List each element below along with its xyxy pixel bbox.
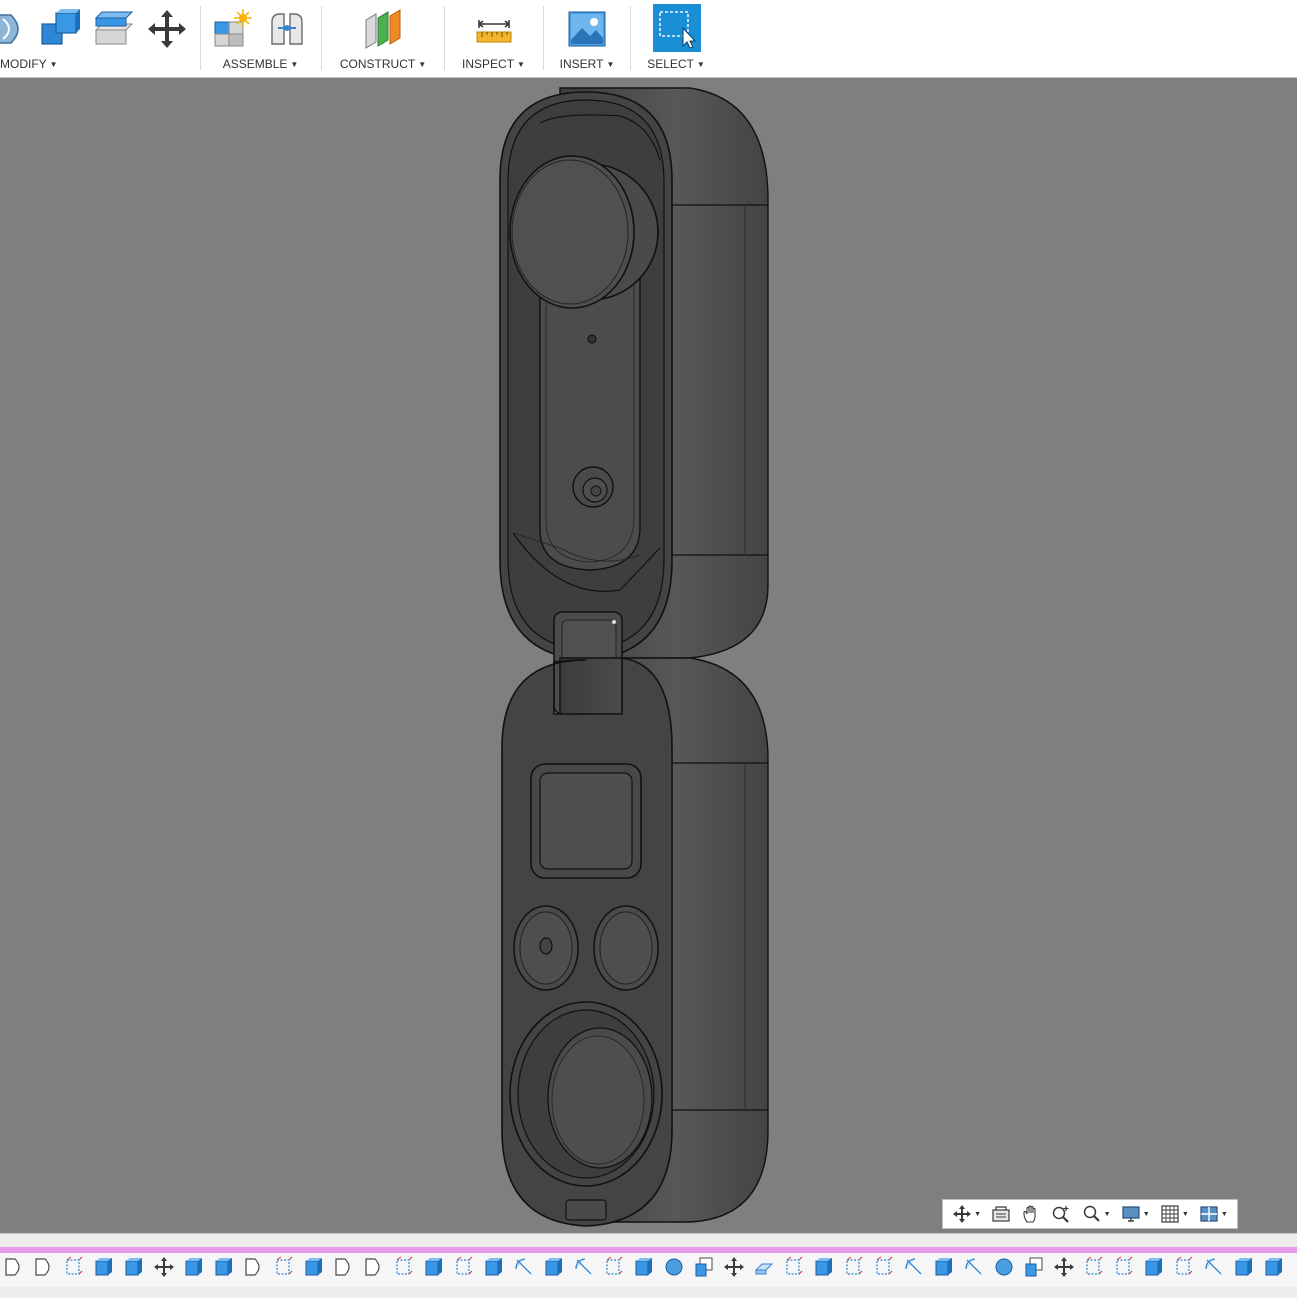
construct-caret-icon[interactable]: ▼ (418, 60, 426, 69)
lower-base (501, 657, 769, 1227)
zoom-dropdown-icon[interactable]: ▼ (1104, 1211, 1111, 1218)
timeline-feature-icon[interactable] (813, 1256, 835, 1278)
upper-lid (499, 87, 769, 661)
timeline-feature-icon[interactable] (693, 1256, 715, 1278)
zoom-icon (1053, 1206, 1070, 1223)
timeline-panel (0, 1233, 1297, 1298)
timeline-feature-icon[interactable] (723, 1256, 745, 1278)
insert-caret-icon[interactable]: ▼ (606, 60, 614, 69)
timeline-feature-icon[interactable] (183, 1256, 205, 1278)
modify-menu-label[interactable]: MODIFY (0, 57, 47, 71)
timeline-feature-icon[interactable] (333, 1256, 355, 1278)
select-menu-label[interactable]: SELECT (647, 57, 694, 71)
canvas-viewport[interactable] (0, 78, 1297, 1233)
timeline-feature-icon[interactable] (543, 1256, 565, 1278)
timeline-feature-icon[interactable] (903, 1256, 925, 1278)
timeline-feature-icon[interactable] (513, 1256, 535, 1278)
grid-tool[interactable]: ▼ (1160, 1202, 1189, 1226)
timeline-feature-icon[interactable] (3, 1256, 25, 1278)
offset-face-icon[interactable] (90, 6, 136, 52)
move-icon[interactable] (144, 6, 190, 52)
timeline-feature-icon[interactable] (63, 1256, 85, 1278)
orbit-dropdown-icon[interactable]: ▼ (974, 1211, 981, 1218)
camera-case-model[interactable] (0, 78, 1297, 1233)
timeline-feature-icon[interactable] (933, 1256, 955, 1278)
display-settings-tool[interactable]: ▼ (1121, 1202, 1150, 1226)
display-dropdown-icon[interactable]: ▼ (1143, 1211, 1150, 1218)
offset-plane-icon[interactable] (360, 6, 406, 52)
grid-icon (1161, 1205, 1179, 1223)
timeline-feature-icon[interactable] (783, 1256, 805, 1278)
press-pull-icon[interactable] (0, 6, 32, 52)
toolbar-group-inspect: INSPECT ▼ (445, 0, 542, 77)
timeline-feature-icon[interactable] (93, 1256, 115, 1278)
timeline-feature-icon[interactable] (1113, 1256, 1135, 1278)
joint-icon[interactable] (264, 6, 310, 52)
timeline-feature-icon[interactable] (663, 1256, 685, 1278)
construct-menu-label[interactable]: CONSTRUCT (340, 57, 415, 71)
inspect-caret-icon[interactable]: ▼ (517, 60, 525, 69)
inspect-menu-label[interactable]: INSPECT (462, 57, 514, 71)
viewports-dropdown-icon[interactable]: ▼ (1221, 1211, 1228, 1218)
orbit-icon (953, 1205, 972, 1223)
timeline-feature-icon[interactable] (1173, 1256, 1195, 1278)
timeline-feature-icon[interactable] (873, 1256, 895, 1278)
timeline-feature-icon[interactable] (243, 1256, 265, 1278)
fit-icon (1083, 1205, 1100, 1222)
fit-tool[interactable]: ▼ (1082, 1202, 1111, 1226)
toolbar-group-construct: CONSTRUCT ▼ (322, 0, 444, 77)
display-settings-icon (1122, 1206, 1140, 1222)
timeline-feature-icon[interactable] (1203, 1256, 1225, 1278)
timeline-feature-icon[interactable] (153, 1256, 175, 1278)
pan-icon (1023, 1205, 1036, 1223)
orbit-tool[interactable]: ▼ (952, 1202, 981, 1226)
look-at-icon (992, 1206, 1010, 1222)
assemble-menu-label[interactable]: ASSEMBLE (223, 57, 288, 71)
viewports-icon (1200, 1206, 1218, 1222)
timeline-feature-icon[interactable] (423, 1256, 445, 1278)
timeline-feature-icon[interactable] (453, 1256, 475, 1278)
timeline-feature-icon[interactable] (603, 1256, 625, 1278)
zoom-tool[interactable] (1051, 1202, 1071, 1226)
select-caret-icon[interactable]: ▼ (697, 60, 705, 69)
timeline-feature-icon[interactable] (1263, 1256, 1285, 1278)
toolbar-group-insert: INSERT ▼ (544, 0, 630, 77)
timeline-feature-icon[interactable] (633, 1256, 655, 1278)
timeline-feature-icon[interactable] (753, 1256, 775, 1278)
timeline-feature-icon[interactable] (483, 1256, 505, 1278)
timeline-feature-icon[interactable] (33, 1256, 55, 1278)
timeline-feature-icon[interactable] (363, 1256, 385, 1278)
look-at-tool[interactable] (991, 1202, 1011, 1226)
insert-menu-label[interactable]: INSERT (560, 57, 604, 71)
timeline-feature-icon[interactable] (273, 1256, 295, 1278)
timeline-feature-icon[interactable] (1083, 1256, 1105, 1278)
toolbar-group-select: SELECT ▼ (631, 0, 721, 77)
timeline-feature-icon[interactable] (393, 1256, 415, 1278)
select-window-icon[interactable] (653, 4, 701, 52)
timeline-feature-icon[interactable] (993, 1256, 1015, 1278)
navigation-bar: ▼ ▼ ▼ ▼ ▼ (942, 1199, 1238, 1229)
new-component-icon[interactable] (209, 6, 255, 52)
insert-image-icon[interactable] (564, 6, 610, 52)
timeline-feature-icon[interactable] (123, 1256, 145, 1278)
modify-caret-icon[interactable]: ▼ (50, 60, 58, 69)
toolbar-group-modify: MODIFY ▼ (0, 0, 200, 77)
timeline-feature-icon[interactable] (1143, 1256, 1165, 1278)
measure-icon[interactable] (471, 6, 517, 52)
pan-tool[interactable] (1021, 1202, 1041, 1226)
timeline-feature-icon[interactable] (963, 1256, 985, 1278)
timeline-feature-icon[interactable] (1023, 1256, 1045, 1278)
timeline-feature-icon[interactable] (843, 1256, 865, 1278)
timeline-feature-icon[interactable] (1053, 1256, 1075, 1278)
assemble-caret-icon[interactable]: ▼ (290, 60, 298, 69)
timeline-feature-icon[interactable] (303, 1256, 325, 1278)
timeline-feature-icon[interactable] (573, 1256, 595, 1278)
timeline-feature-icon[interactable] (213, 1256, 235, 1278)
timeline-feature-icon[interactable] (1233, 1256, 1255, 1278)
grid-dropdown-icon[interactable]: ▼ (1182, 1211, 1189, 1218)
viewports-tool[interactable]: ▼ (1199, 1202, 1228, 1226)
combine-icon[interactable] (37, 6, 83, 52)
design-toolbar: MODIFY ▼ ASSEMBLE ▼ CONSTRUCT ▼ INSPECT … (0, 0, 1297, 78)
toolbar-group-assemble: ASSEMBLE ▼ (201, 0, 320, 77)
